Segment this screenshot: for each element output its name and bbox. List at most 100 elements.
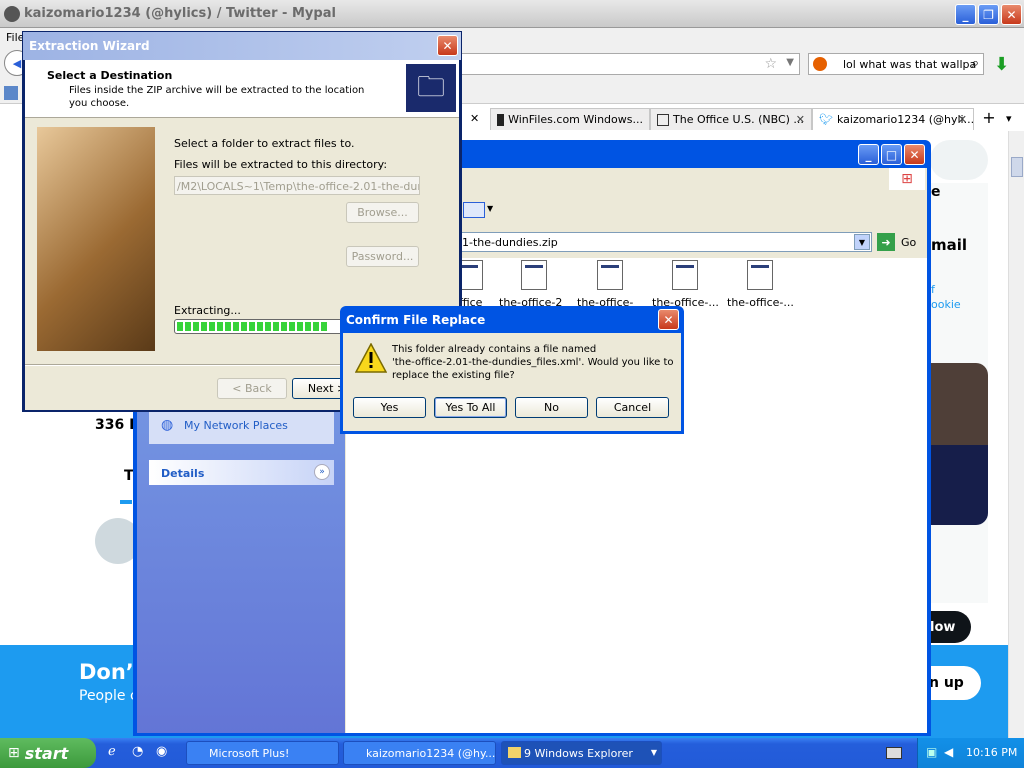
- taskbar-item-explorer[interactable]: 9 Windows Explorer ▼: [501, 741, 662, 765]
- tab-twitter[interactable]: 🐦︎ kaizomario1234 (@hyli... ✕: [812, 108, 974, 130]
- banner-subtitle: People c: [79, 688, 138, 704]
- taskbar-item-microsoft-plus[interactable]: Microsoft Plus!: [186, 741, 339, 765]
- yes-to-all-button[interactable]: Yes To All: [434, 397, 507, 418]
- system-tray: ▣ ◀ 10:16 PM: [917, 738, 1024, 768]
- tab-list-icon[interactable]: ▾: [1006, 112, 1012, 125]
- no-button[interactable]: No: [515, 397, 588, 418]
- bookmark-toolbar-icon[interactable]: [4, 86, 18, 100]
- right-link-f[interactable]: f: [931, 283, 935, 296]
- clock: 10:16 PM: [966, 746, 1018, 759]
- right-link-ookie[interactable]: ookie: [931, 298, 961, 311]
- taskbar-item-label: 9 Windows Explorer: [524, 746, 633, 760]
- keyboard-icon[interactable]: [886, 747, 902, 759]
- tab-close-icon[interactable]: ✕: [470, 112, 479, 125]
- trend-image: [930, 363, 988, 445]
- search-box[interactable]: lol what was that wallpa ⌕: [808, 53, 984, 75]
- details-title: Details: [161, 467, 205, 480]
- confirm-line1: This folder already contains a file name…: [392, 344, 597, 355]
- minimize-button[interactable]: _: [955, 4, 976, 25]
- quicklaunch-ie-icon[interactable]: ℯ: [108, 744, 116, 759]
- browse-label: Browse...: [357, 206, 408, 219]
- quicklaunch-media-icon[interactable]: ◔: [132, 744, 143, 759]
- new-tab-button[interactable]: +: [978, 108, 1000, 130]
- confirm-title: Confirm File Replace: [346, 313, 486, 327]
- tab-underline: [120, 500, 132, 504]
- start-label: start: [24, 743, 69, 763]
- tab-close-icon[interactable]: ✕: [796, 113, 805, 126]
- wizard-close-button[interactable]: ✕: [437, 35, 458, 56]
- url-bar[interactable]: ☆ ▼: [460, 53, 800, 75]
- network-places-link[interactable]: My Network Places: [184, 419, 288, 432]
- confirm-close-button[interactable]: ✕: [658, 309, 679, 330]
- browser-title: kaizomario1234 (@hylics) / Twitter - Myp…: [24, 6, 336, 21]
- scrollbar-thumb[interactable]: [1011, 157, 1023, 177]
- follow-button[interactable]: low: [930, 611, 971, 643]
- password-button[interactable]: Password...: [346, 246, 419, 267]
- directory-value: /M2\LOCALS~1\Temp\the-office-2.01-the-du…: [177, 180, 420, 193]
- network-places-icon: ◍: [161, 417, 174, 433]
- tray-network-icon[interactable]: ▣: [926, 745, 937, 759]
- extract-progress-fill: [177, 322, 329, 331]
- app-icon: [4, 6, 20, 22]
- details-header[interactable]: Details »: [149, 460, 334, 485]
- directory-label: Files will be extracted to this director…: [174, 158, 388, 171]
- trend-image: [930, 445, 988, 525]
- close-button[interactable]: ✕: [1001, 4, 1022, 25]
- start-button[interactable]: ⊞ start: [0, 738, 96, 768]
- tab-label: WinFiles.com Windows...: [508, 113, 643, 126]
- group-dropdown-icon[interactable]: ▼: [651, 748, 657, 757]
- taskbar-item-label: kaizomario1234 (@hy...: [366, 746, 496, 760]
- tab-office[interactable]: The Office U.S. (NBC) ... ✕: [650, 108, 812, 130]
- explorer-minimize-button[interactable]: _: [858, 144, 879, 165]
- web-file-icon[interactable]: [747, 260, 773, 290]
- expand-chevron-icon[interactable]: »: [314, 464, 330, 480]
- bookmark-star-icon[interactable]: ☆: [764, 56, 777, 72]
- confirm-line3: replace the existing file?: [392, 370, 515, 381]
- file-icon[interactable]: [672, 260, 698, 290]
- address-value[interactable]: 1-the-dundies.zip: [462, 236, 558, 249]
- scrollbar[interactable]: [1008, 131, 1024, 738]
- browse-button[interactable]: Browse...: [346, 202, 419, 223]
- dropdown-icon[interactable]: ▼: [786, 57, 794, 68]
- yes-label: Yes: [380, 401, 399, 414]
- yes-to-all-label: Yes To All: [445, 401, 496, 414]
- file-label[interactable]: the-office-...: [727, 296, 794, 309]
- views-icon[interactable]: [463, 202, 485, 218]
- select-folder-label: Select a folder to extract files to.: [174, 137, 355, 150]
- download-icon[interactable]: ⬇: [994, 54, 1009, 75]
- tab-winfiles[interactable]: WinFiles.com Windows...: [490, 108, 650, 130]
- tray-volume-icon[interactable]: ◀: [944, 745, 953, 759]
- go-button[interactable]: ➜ Go: [877, 232, 923, 252]
- tab-favicon-icon: [657, 113, 669, 126]
- views-dropdown-icon[interactable]: ▼: [487, 204, 493, 213]
- tab-close-icon[interactable]: ✕: [958, 113, 967, 126]
- explorer-maximize-button[interactable]: □: [881, 144, 902, 165]
- web-file-icon[interactable]: [597, 260, 623, 290]
- warning-icon: [354, 342, 388, 373]
- wizard-header: Select a Destination Files inside the ZI…: [25, 60, 459, 118]
- file-icon[interactable]: [521, 260, 547, 290]
- go-arrow-icon: ➜: [877, 233, 895, 251]
- signup-button[interactable]: n up: [929, 666, 981, 700]
- directory-field: /M2\LOCALS~1\Temp\the-office-2.01-the-du…: [174, 176, 420, 195]
- wizard-side-image: [37, 127, 155, 351]
- back-button[interactable]: < Back: [217, 378, 287, 399]
- no-label: No: [544, 401, 559, 414]
- cancel-button[interactable]: Cancel: [596, 397, 669, 418]
- explorer-close-button[interactable]: ✕: [904, 144, 925, 165]
- folder-icon: [508, 747, 521, 758]
- confirm-line2: 'the-office-2.01-the-dundies_files.xml'.…: [392, 357, 674, 368]
- extracting-label: Extracting...: [174, 304, 241, 317]
- search-icon[interactable]: ⌕: [972, 56, 979, 71]
- password-label: Password...: [351, 250, 414, 263]
- search-input[interactable]: lol what was that wallpa: [843, 58, 976, 71]
- taskbar-item-browser[interactable]: kaizomario1234 (@hy...: [343, 741, 496, 765]
- yes-button[interactable]: Yes: [353, 397, 426, 418]
- signup-label: n up: [929, 675, 964, 691]
- address-dropdown-icon[interactable]: ▼: [854, 234, 870, 250]
- address-bar[interactable]: 1-the-dundies.zip ▼: [459, 232, 872, 252]
- quicklaunch-app-icon[interactable]: ◉: [156, 744, 167, 759]
- maximize-button[interactable]: ❐: [978, 4, 999, 25]
- search-engine-icon[interactable]: [813, 57, 827, 71]
- go-label: Go: [901, 235, 917, 249]
